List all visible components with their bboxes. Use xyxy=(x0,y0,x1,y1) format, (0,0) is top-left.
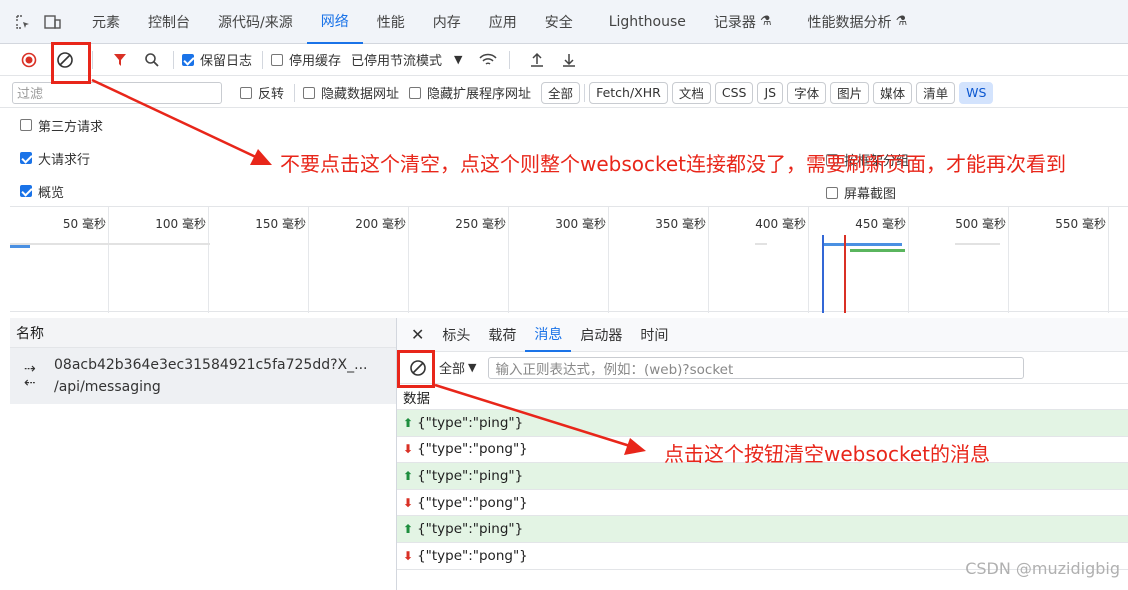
annotation-arrows xyxy=(91,78,646,455)
watermark: CSDN @muzidigbig xyxy=(965,559,1120,578)
annotation-note: 点击这个按钮清空websocket的消息 xyxy=(664,442,991,466)
annotation-note: 不要点击这个清空，点这个则整个websocket连接都没了，需要刷新页面，才能再… xyxy=(280,152,1067,176)
